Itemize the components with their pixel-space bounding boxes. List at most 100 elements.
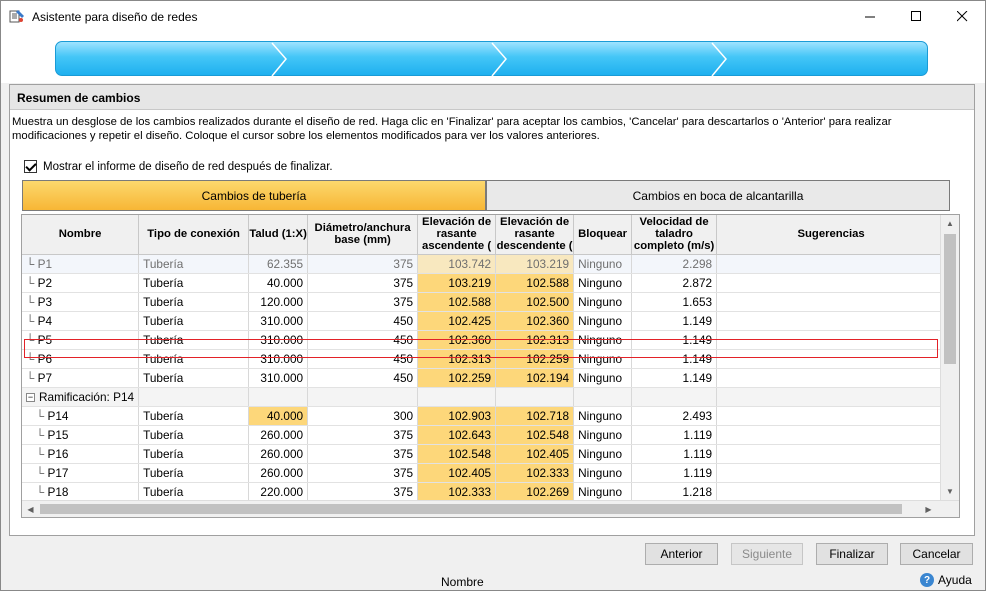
row-name-cell[interactable]: └ P1 — [22, 254, 140, 274]
lock-cell[interactable]: Ninguno — [573, 444, 633, 464]
downstream-invert-cell[interactable]: 102.194 — [495, 368, 575, 388]
table-row[interactable]: └ P18 Tubería 220.000 375 102.333 102.269 Ning… — [22, 482, 947, 502]
lock-cell[interactable]: Ninguno — [573, 273, 633, 293]
suggestions-cell[interactable] — [716, 330, 947, 350]
vertical-scroll-thumb[interactable] — [944, 234, 956, 364]
horizontal-scroll-thumb[interactable] — [40, 504, 902, 514]
connection-type-cell[interactable]: Tubería — [138, 482, 250, 502]
table-row[interactable]: └ P3 Tubería 120.000 375 102.588 102.500 Ningu… — [22, 292, 947, 312]
slope-cell[interactable]: 310.000 — [248, 330, 309, 350]
slope-cell[interactable]: 310.000 — [248, 368, 309, 388]
velocity-cell[interactable]: 1.218 — [631, 482, 718, 502]
column-header-velocity[interactable]: Velocidad de taladro completo (m/s) — [631, 215, 718, 255]
suggestions-cell[interactable] — [716, 349, 947, 369]
row-name-cell[interactable]: └ P2 — [22, 273, 140, 293]
downstream-invert-cell[interactable]: 102.548 — [495, 425, 575, 445]
downstream-invert-cell[interactable]: 102.269 — [495, 482, 575, 502]
downstream-invert-cell[interactable]: 102.718 — [495, 406, 575, 426]
scroll-down-icon[interactable]: ▼ — [941, 483, 959, 500]
connection-type-cell[interactable]: Tubería — [138, 368, 250, 388]
slope-cell[interactable]: 310.000 — [248, 311, 309, 331]
column-header-upstream-invert[interactable]: Elevación de rasante ascendente ( — [417, 215, 497, 255]
column-header-diameter[interactable]: Diámetro/anchura base (mm) — [307, 215, 419, 255]
suggestions-cell[interactable] — [716, 425, 947, 445]
table-row[interactable]: └ P17 Tubería 260.000 375 102.405 102.333 Ning… — [22, 463, 947, 483]
diameter-cell[interactable]: 375 — [307, 463, 419, 483]
table-row[interactable]: └ P14 Tubería 40.000 300 102.903 102.718 Ningu… — [22, 406, 947, 426]
lock-cell[interactable]: Ninguno — [573, 482, 633, 502]
upstream-invert-cell[interactable]: 102.313 — [417, 349, 497, 369]
tab-pipe-changes[interactable]: Cambios de tubería — [22, 180, 486, 211]
tab-manhole-changes[interactable]: Cambios en boca de alcantarilla — [486, 180, 950, 211]
row-name-cell[interactable]: └ P7 — [22, 368, 140, 388]
table-row[interactable]: └ P4 Tubería 310.000 450 102.425 102.360 Ningu… — [22, 311, 947, 331]
row-name-cell[interactable]: └ P6 — [22, 349, 140, 369]
upstream-invert-cell[interactable]: 102.360 — [417, 330, 497, 350]
group-name-cell[interactable]: − Ramificación: P14 — [22, 387, 140, 407]
table-row[interactable]: └ P1 Tubería 62.355 375 103.742 103.219 Ningun… — [22, 254, 947, 274]
lock-cell[interactable]: Ninguno — [573, 463, 633, 483]
lock-cell[interactable]: Ninguno — [573, 330, 633, 350]
velocity-cell[interactable]: 1.149 — [631, 368, 718, 388]
suggestions-cell[interactable] — [716, 444, 947, 464]
upstream-invert-cell[interactable]: 102.588 — [417, 292, 497, 312]
velocity-cell[interactable]: 2.298 — [631, 254, 718, 274]
row-name-cell[interactable]: └ P15 — [22, 425, 140, 445]
suggestions-cell[interactable] — [716, 368, 947, 388]
diameter-cell[interactable]: 375 — [307, 292, 419, 312]
connection-type-cell[interactable]: Tubería — [138, 463, 250, 483]
lock-cell[interactable]: Ninguno — [573, 349, 633, 369]
upstream-invert-cell[interactable]: 102.903 — [417, 406, 497, 426]
slope-cell[interactable]: 260.000 — [248, 444, 309, 464]
slope-cell[interactable]: 40.000 — [248, 406, 309, 426]
close-button[interactable] — [939, 1, 985, 32]
table-row[interactable]: └ P15 Tubería 260.000 375 102.643 102.548 Ning… — [22, 425, 947, 445]
velocity-cell[interactable]: 1.119 — [631, 425, 718, 445]
diameter-cell[interactable]: 450 — [307, 368, 419, 388]
downstream-invert-cell[interactable]: 102.259 — [495, 349, 575, 369]
connection-type-cell[interactable]: Tubería — [138, 444, 250, 464]
row-name-cell[interactable]: └ P4 — [22, 311, 140, 331]
horizontal-scrollbar[interactable]: ◀ ▶ — [22, 500, 959, 517]
lock-cell[interactable]: Ninguno — [573, 368, 633, 388]
velocity-cell[interactable]: 2.493 — [631, 406, 718, 426]
minimize-button[interactable] — [847, 1, 893, 32]
diameter-cell[interactable]: 300 — [307, 406, 419, 426]
suggestions-cell[interactable] — [716, 292, 947, 312]
lock-cell[interactable]: Ninguno — [573, 406, 633, 426]
lock-cell[interactable]: Ninguno — [573, 311, 633, 331]
column-header-connection-type[interactable]: Tipo de conexión — [138, 215, 250, 255]
downstream-invert-cell[interactable]: 102.405 — [495, 444, 575, 464]
finish-button[interactable]: Finalizar — [816, 543, 888, 565]
column-header-lock[interactable]: Bloquear — [573, 215, 633, 255]
scroll-up-icon[interactable]: ▲ — [941, 215, 959, 232]
column-header-slope[interactable]: Talud (1:X) — [248, 215, 309, 255]
diameter-cell[interactable]: 450 — [307, 349, 419, 369]
upstream-invert-cell[interactable]: 102.259 — [417, 368, 497, 388]
row-name-cell[interactable]: └ P17 — [22, 463, 140, 483]
column-header-name[interactable]: Nombre — [22, 215, 140, 255]
slope-cell[interactable]: 260.000 — [248, 425, 309, 445]
diameter-cell[interactable]: 375 — [307, 444, 419, 464]
row-name-cell[interactable]: └ P3 — [22, 292, 140, 312]
diameter-cell[interactable]: 450 — [307, 311, 419, 331]
upstream-invert-cell[interactable]: 102.405 — [417, 463, 497, 483]
next-button[interactable]: Siguiente — [731, 543, 803, 565]
upstream-invert-cell[interactable]: 103.742 — [417, 254, 497, 274]
column-header-suggestions[interactable]: Sugerencias — [716, 215, 947, 255]
row-name-cell[interactable]: └ P16 — [22, 444, 140, 464]
group-row[interactable]: − Ramificación: P14 — [22, 387, 947, 407]
connection-type-cell[interactable]: Tubería — [138, 330, 250, 350]
table-row[interactable]: └ P5 Tubería 310.000 450 102.360 102.313 Ningu… — [22, 330, 947, 350]
connection-type-cell[interactable]: Tubería — [138, 292, 250, 312]
lock-cell[interactable]: Ninguno — [573, 292, 633, 312]
collapse-icon[interactable]: − — [26, 392, 35, 402]
velocity-cell[interactable]: 1.149 — [631, 330, 718, 350]
scroll-left-icon[interactable]: ◀ — [22, 501, 39, 518]
show-report-checkbox[interactable] — [24, 160, 37, 173]
velocity-cell[interactable]: 1.149 — [631, 311, 718, 331]
slope-cell[interactable]: 120.000 — [248, 292, 309, 312]
cancel-button[interactable]: Cancelar — [900, 543, 973, 565]
downstream-invert-cell[interactable]: 102.500 — [495, 292, 575, 312]
connection-type-cell[interactable]: Tubería — [138, 349, 250, 369]
